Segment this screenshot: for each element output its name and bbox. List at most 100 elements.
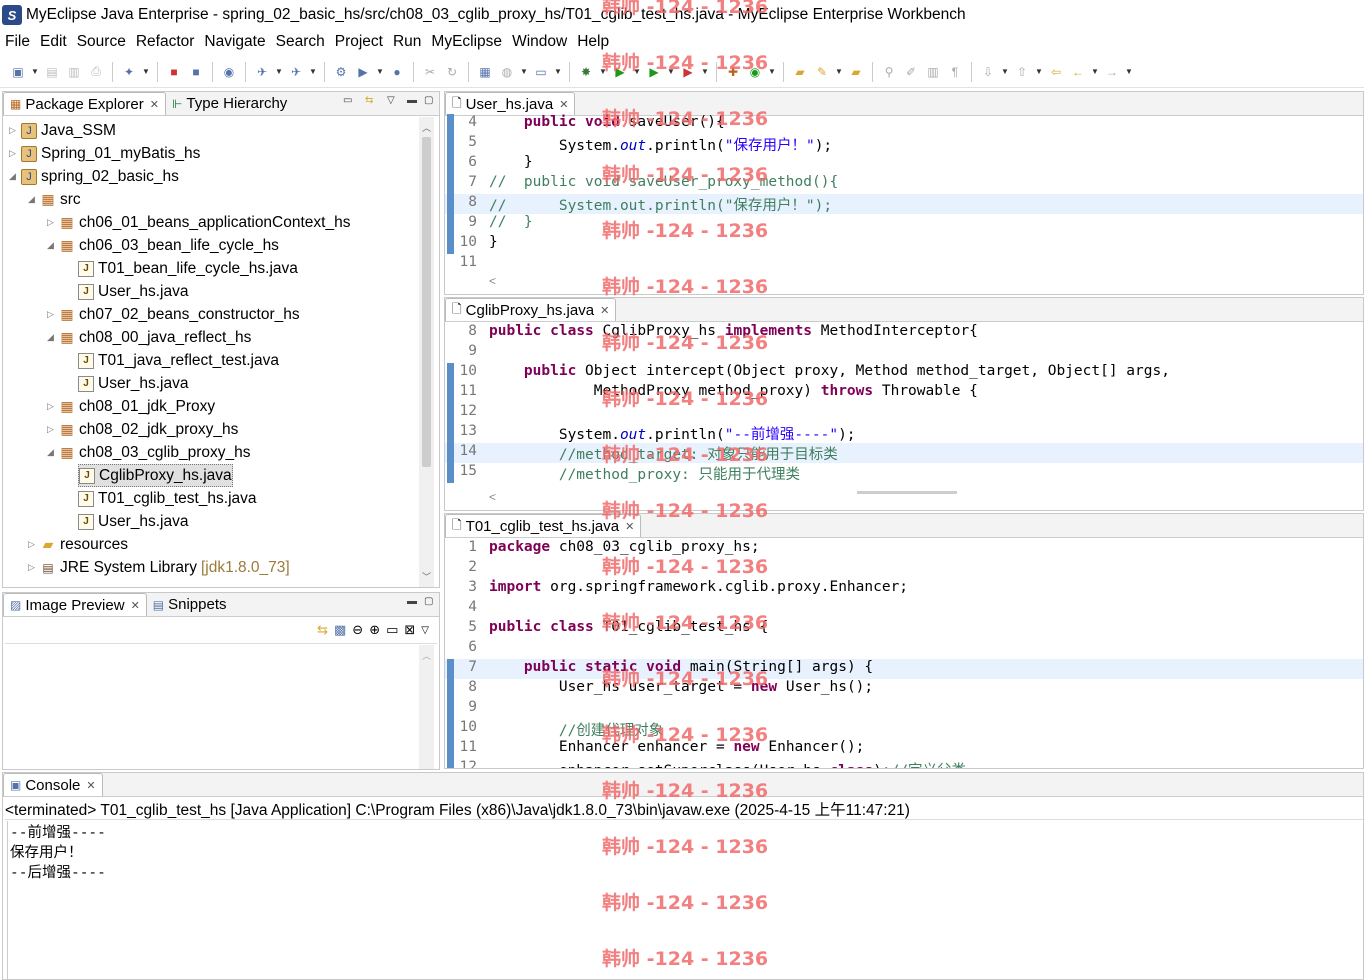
link-icon[interactable]: ⇆	[317, 622, 328, 638]
cut-icon[interactable]: ✂	[420, 62, 440, 82]
forward-icon[interactable]: →	[1102, 62, 1122, 82]
build-icon[interactable]: ⚙	[331, 62, 351, 82]
pencil-dropdown-icon[interactable]: ▼	[834, 62, 844, 82]
terminal-dropdown-icon[interactable]: ▼	[553, 62, 563, 82]
fit-icon[interactable]: ▩	[334, 622, 346, 638]
tab-user-hs[interactable]: 🗋 User_hs.java ✕	[445, 92, 576, 115]
refresh-icon[interactable]: ↻	[442, 62, 462, 82]
menu-window[interactable]: Window	[507, 33, 572, 51]
tab-console[interactable]: ▣ Console ✕	[3, 773, 103, 796]
deploy-icon[interactable]: ✈	[252, 62, 272, 82]
expand-arrow-icon[interactable]: ▷	[9, 148, 16, 159]
minimize-icon[interactable]: ▬	[407, 95, 417, 106]
tree-item[interactable]: ▦ ch06_03_bean_life_cycle_hs	[59, 234, 279, 257]
forward-dropdown-icon[interactable]: ▼	[1124, 62, 1134, 82]
publish-dropdown-icon[interactable]: ▼	[375, 62, 385, 82]
tree-item[interactable]: ▦ ch08_00_java_reflect_hs	[59, 326, 251, 349]
close-icon[interactable]: ✕	[559, 98, 568, 111]
scroll-left-icon[interactable]: <	[489, 274, 496, 288]
deploy-dropdown-icon[interactable]: ▼	[274, 62, 284, 82]
tab-package-explorer[interactable]: ▦ Package Explorer ✕	[3, 92, 166, 115]
tree-item[interactable]: ▰ resources	[40, 533, 128, 556]
prev-annotation-icon[interactable]: ⇧	[1012, 62, 1032, 82]
external-tools-icon[interactable]: ▶	[678, 62, 698, 82]
collapse-arrow-icon[interactable]: ◢	[9, 171, 16, 182]
save-all-icon[interactable]: ▥	[64, 62, 84, 82]
db-icon[interactable]: ◍	[497, 62, 517, 82]
tree-item[interactable]: J Spring_01_myBatis_hs	[21, 142, 200, 165]
tree-item[interactable]: ▦ ch08_01_jdk_Proxy	[59, 395, 215, 418]
scroll-down-icon[interactable]: ﹀	[422, 570, 431, 583]
actual-size-icon[interactable]: ▭	[386, 622, 398, 638]
collapse-arrow-icon[interactable]: ◢	[47, 240, 54, 251]
scroll-up-icon[interactable]: ︿	[422, 121, 431, 134]
tree-item[interactable]: ▤ JRE System Library [jdk1.8.0_73]	[40, 556, 289, 579]
zoom-in-icon[interactable]: ⊕	[369, 622, 380, 638]
new-package-dropdown-icon[interactable]: ▼	[767, 62, 777, 82]
block-icon[interactable]: ▥	[923, 62, 943, 82]
tree-item[interactable]: ▦ ch08_02_jdk_proxy_hs	[59, 418, 238, 441]
open-resource-icon[interactable]: ■	[186, 62, 206, 82]
back-dropdown-icon[interactable]: ▼	[1090, 62, 1100, 82]
show-whitespace-icon[interactable]: ¶	[945, 62, 965, 82]
collapse-arrow-icon[interactable]: ◢	[28, 194, 35, 205]
maximize-icon[interactable]: ▢	[424, 596, 433, 607]
search-toggle-icon[interactable]: ⚲	[879, 62, 899, 82]
tree-item[interactable]: J T01_cglib_test_hs.java	[78, 487, 257, 510]
tree-item[interactable]: J T01_bean_life_cycle_hs.java	[78, 257, 298, 280]
horizontal-scrollbar[interactable]: <	[445, 490, 1363, 504]
tree-item[interactable]: Jspring_02_basic_hs	[21, 165, 179, 188]
expand-arrow-icon[interactable]: ▷	[47, 217, 54, 228]
menu-myeclipse[interactable]: MyEclipse	[426, 33, 507, 51]
close-icon[interactable]: ✕	[150, 98, 159, 111]
tab-cglib-test[interactable]: 🗋 T01_cglib_test_hs.java ✕	[445, 514, 642, 537]
back-icon[interactable]: ←	[1068, 62, 1088, 82]
new-package-icon[interactable]: ◉	[745, 62, 765, 82]
new-dropdown-icon[interactable]: ▼	[30, 62, 40, 82]
menu-refactor[interactable]: Refactor	[131, 33, 200, 51]
tree-scrollbar[interactable]: ︿ ﹀	[419, 117, 434, 587]
run-dropdown-icon[interactable]: ▼	[632, 62, 642, 82]
tab-type-hierarchy[interactable]: ⊩ Type Hierarchy	[166, 92, 293, 115]
close-icon[interactable]: ✕	[625, 520, 634, 533]
wizard-dropdown-icon[interactable]: ▼	[141, 62, 151, 82]
open-type-icon[interactable]: ■	[164, 62, 184, 82]
new-class-icon[interactable]: ✚	[723, 62, 743, 82]
external-tools-dropdown-icon[interactable]: ▼	[700, 62, 710, 82]
tree-item[interactable]: ▦ src	[40, 188, 80, 211]
fit-window-icon[interactable]: ⊠	[404, 622, 415, 638]
tree-item[interactable]: J CglibProxy_hs.java	[78, 464, 233, 487]
coverage-icon[interactable]: ▶	[644, 62, 664, 82]
run-icon[interactable]: ▶	[610, 62, 630, 82]
terminal-icon[interactable]: ▭	[531, 62, 551, 82]
maximize-icon[interactable]: ▢	[424, 95, 433, 106]
tab-cglib-proxy[interactable]: 🗋 CglibProxy_hs.java ✕	[445, 298, 617, 321]
publish-icon[interactable]: ▶	[353, 62, 373, 82]
link-editor-icon[interactable]: ⇆	[365, 95, 373, 106]
print-icon[interactable]: ⎙	[86, 62, 106, 82]
browser-icon[interactable]: ◉	[219, 62, 239, 82]
server-dropdown-icon[interactable]: ▼	[308, 62, 318, 82]
task-icon[interactable]: ▰	[846, 62, 866, 82]
menu-navigate[interactable]: Navigate	[199, 33, 270, 51]
tree-item[interactable]: J User_hs.java	[78, 280, 188, 303]
next-annotation-icon[interactable]: ⇩	[978, 62, 998, 82]
minimize-icon[interactable]: ▬	[407, 596, 417, 607]
tree-item[interactable]: ▦ ch06_01_beans_applicationContext_hs	[59, 211, 350, 234]
tree-item[interactable]: ▦ ch08_03_cglib_proxy_hs	[59, 441, 250, 464]
tab-image-preview[interactable]: ▨ Image Preview ✕	[3, 593, 147, 616]
collapse-all-icon[interactable]: ▭	[343, 95, 352, 106]
coverage-dropdown-icon[interactable]: ▼	[666, 62, 676, 82]
open-folder-icon[interactable]: ▰	[790, 62, 810, 82]
menu-run[interactable]: Run	[388, 33, 426, 51]
collapse-arrow-icon[interactable]: ◢	[47, 332, 54, 343]
last-edit-icon[interactable]: ⇦	[1046, 62, 1066, 82]
close-icon[interactable]: ✕	[131, 599, 140, 612]
tree-item[interactable]: J User_hs.java	[78, 372, 188, 395]
globe-icon[interactable]: ●	[387, 62, 407, 82]
table-icon[interactable]: ▦	[475, 62, 495, 82]
tab-snippets[interactable]: ▤ Snippets	[147, 593, 233, 616]
tree-item[interactable]: J Java_SSM	[21, 119, 116, 142]
code-area[interactable]: 8 public class CglibProxy_hs implements M…	[445, 323, 1363, 485]
db-dropdown-icon[interactable]: ▼	[519, 62, 529, 82]
